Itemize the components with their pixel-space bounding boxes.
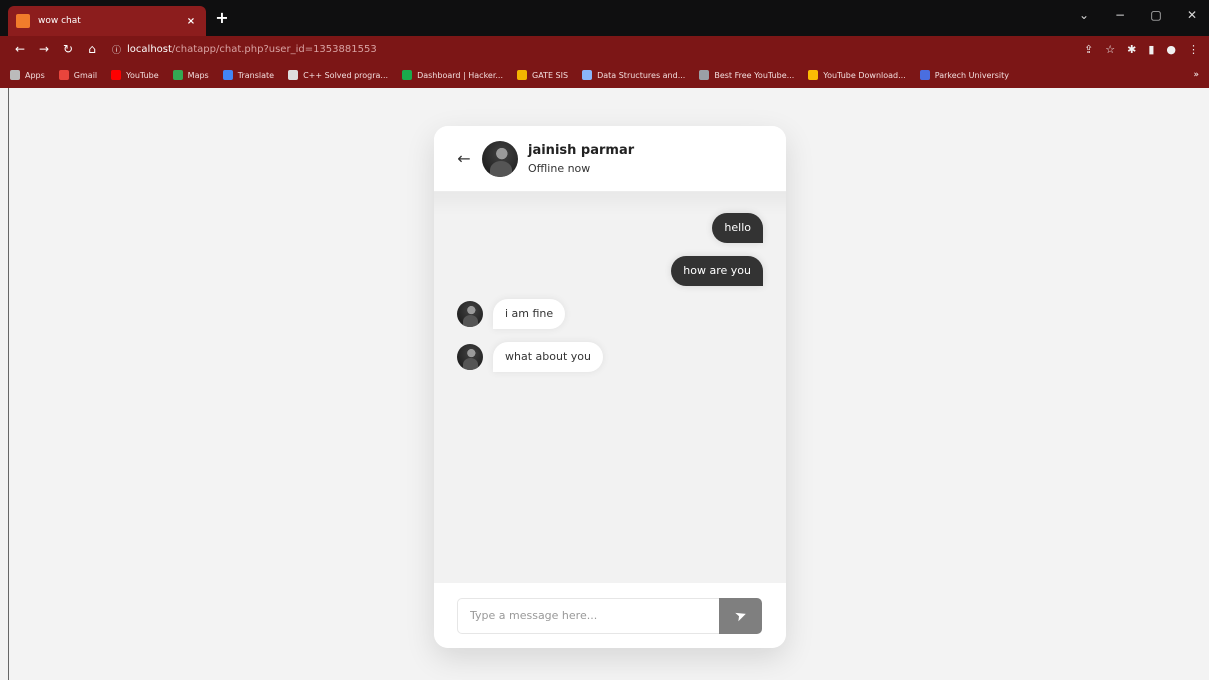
site-info-icon[interactable]: ⓘ: [112, 43, 121, 56]
bookmark-label: Translate: [237, 70, 275, 80]
browser-tab-bar: wow chat × + ⌄ − ▢ ✕: [0, 0, 1209, 36]
chat-box[interactable]: hello how are you i am fine what about y…: [434, 192, 786, 583]
browser-toolbar: ← → ↻ ⌂ ⓘ localhost /chatapp/chat.php?us…: [0, 36, 1209, 62]
bookmark-item[interactable]: C++ Solved progra...: [288, 70, 388, 80]
url-host: localhost: [127, 43, 172, 55]
bookmark-icon: [288, 70, 299, 80]
bookmark-icon: [111, 70, 122, 80]
side-panel-icon[interactable]: ▮: [1148, 43, 1154, 56]
bookmark-item[interactable]: Data Structures and...: [582, 70, 685, 80]
outgoing-message: hello: [712, 213, 763, 243]
bookmark-icon: [402, 70, 413, 80]
chat-window: ← jainish parmar Offline now hello how a…: [434, 126, 786, 648]
bookmark-label: Dashboard | Hacker...: [417, 70, 504, 80]
incoming-message: what about you: [457, 342, 603, 372]
back-button[interactable]: ←: [10, 42, 30, 56]
bookmark-icon: [517, 70, 528, 80]
avatar: [457, 344, 483, 370]
bookmark-icon: [919, 70, 930, 80]
bookmark-item[interactable]: Gmail: [58, 70, 98, 80]
bookmark-item[interactable]: Translate: [222, 70, 275, 80]
message-input[interactable]: [457, 597, 719, 634]
bookmark-label: Data Structures and...: [597, 70, 686, 80]
bookmark-label: YouTube: [126, 70, 159, 80]
profile-icon[interactable]: ●: [1166, 43, 1176, 56]
favicon-icon: [16, 14, 30, 28]
tab-title: wow chat: [38, 16, 81, 26]
window-controls: ⌄ − ▢ ✕: [1077, 8, 1199, 22]
typing-area: ➤: [434, 583, 786, 648]
bookmark-item[interactable]: Apps: [10, 70, 45, 80]
bookmark-label: Gmail: [73, 70, 98, 80]
chat-header: ← jainish parmar Offline now: [434, 126, 786, 192]
bookmarks-bar: Apps Gmail YouTube Maps Translate C++ Solved …: [0, 62, 1209, 88]
bookmark-item[interactable]: Maps: [172, 70, 209, 80]
bookmark-label: Maps: [187, 70, 209, 80]
bookmark-label: YouTube Download...: [823, 70, 906, 80]
address-bar[interactable]: ⓘ localhost /chatapp/chat.php?user_id=13…: [112, 39, 1076, 59]
home-button[interactable]: ⌂: [82, 42, 102, 56]
avatar: [457, 301, 483, 327]
user-status: Offline now: [528, 161, 591, 175]
bookmark-item[interactable]: Best Free YouTube...: [699, 70, 794, 80]
bookmark-label: Apps: [25, 70, 45, 80]
incoming-message-text: what about you: [493, 342, 603, 372]
minimize-button[interactable]: −: [1113, 8, 1127, 22]
avatar: [482, 140, 518, 177]
send-button[interactable]: ➤: [719, 597, 762, 634]
outgoing-message: how are you: [671, 256, 763, 286]
incoming-message: i am fine: [457, 299, 566, 329]
user-name: jainish parmar: [528, 142, 635, 158]
close-window-button[interactable]: ✕: [1185, 8, 1199, 22]
menu-icon[interactable]: ⋮: [1188, 43, 1199, 56]
bookmark-icon: [699, 70, 710, 80]
bookmark-label: Parkech University: [934, 70, 1010, 80]
bookmark-icon: [808, 70, 819, 80]
browser-tab[interactable]: wow chat ×: [8, 6, 206, 36]
incoming-message-text: i am fine: [493, 299, 566, 329]
bookmark-item[interactable]: Parkech University: [919, 70, 1010, 80]
tab-close-icon[interactable]: ×: [184, 16, 198, 27]
back-arrow-icon[interactable]: ←: [456, 149, 472, 168]
toolbar-right-icons: ⇪ ☆ ✱ ▮ ● ⋮: [1084, 43, 1199, 56]
bookmarks-more-icon[interactable]: »: [1193, 70, 1199, 80]
bookmark-icon: [222, 70, 233, 80]
url-path: /chatapp/chat.php?user_id=1353881553: [171, 43, 377, 55]
bookmark-icon: [58, 70, 69, 80]
bookmark-item[interactable]: GATE SIS: [517, 70, 568, 80]
page-content: ← jainish parmar Offline now hello how a…: [8, 88, 1209, 680]
maximize-button[interactable]: ▢: [1149, 8, 1163, 22]
bookmark-label: C++ Solved progra...: [303, 70, 389, 80]
forward-button[interactable]: →: [34, 42, 54, 56]
bookmark-icon: [10, 70, 20, 80]
bookmark-icon: [582, 70, 593, 80]
reload-button[interactable]: ↻: [58, 42, 78, 56]
bookmark-item[interactable]: YouTube Download...: [808, 70, 906, 80]
bookmark-item[interactable]: YouTube: [111, 70, 159, 80]
bookmark-label: GATE SIS: [532, 70, 569, 80]
send-icon: ➤: [732, 605, 749, 625]
user-details: jainish parmar Offline now: [528, 143, 634, 175]
extensions-icon[interactable]: ✱: [1127, 43, 1136, 56]
bookmark-star-icon[interactable]: ☆: [1105, 43, 1115, 56]
tab-search-icon[interactable]: ⌄: [1077, 8, 1091, 22]
share-icon[interactable]: ⇪: [1084, 43, 1093, 56]
bookmark-label: Best Free YouTube...: [714, 70, 795, 80]
new-tab-button[interactable]: +: [212, 8, 232, 27]
bookmark-item[interactable]: Dashboard | Hacker...: [402, 70, 503, 80]
bookmark-icon: [172, 70, 183, 80]
